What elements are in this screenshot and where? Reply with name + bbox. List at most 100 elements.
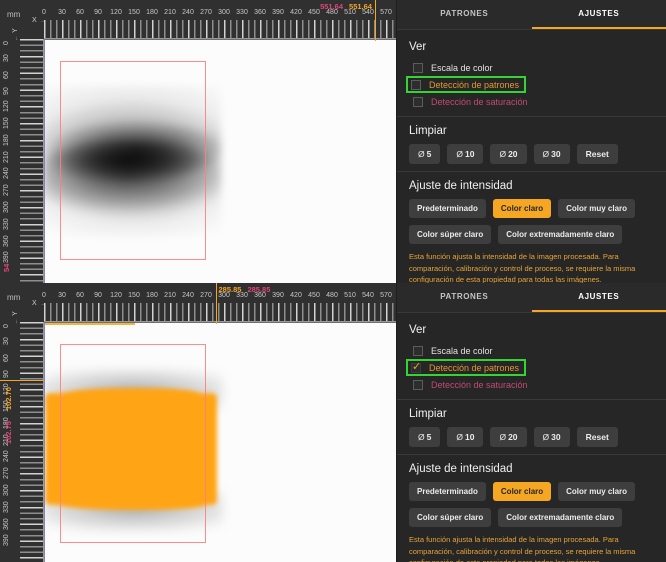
tab-ajustes[interactable]: AJUSTES — [531, 0, 666, 29]
ruler-tick-label: 330 — [3, 501, 10, 513]
checkbox-icon — [413, 62, 423, 73]
clean-button-30[interactable]: Ø 30 — [533, 144, 570, 164]
ruler-tick-label: 30 — [3, 54, 10, 62]
ruler-tick-label: 450 — [308, 292, 320, 299]
ruler-tick-label: 0 — [42, 292, 46, 299]
clean-button-label: 5 — [426, 149, 432, 159]
intensity-button-color-claro[interactable]: Color claro — [492, 482, 552, 501]
clean-button-20[interactable]: Ø 20 — [490, 144, 527, 164]
ruler-tick-label: 510 — [344, 292, 356, 299]
pattern-rectangle — [60, 344, 206, 543]
intensity-button-predeterminado[interactable]: Predeterminado — [409, 482, 486, 501]
ruler-tick-label: 0 — [42, 9, 46, 16]
ruler-tick-label: 210 — [3, 150, 10, 163]
ruler-tick-label: 60 — [76, 292, 84, 299]
ruler-tick-label: 270 — [200, 9, 212, 16]
clean-button-label: 10 — [464, 149, 475, 159]
ruler-tick-label: 210 — [164, 292, 176, 299]
image-canvas[interactable] — [44, 39, 396, 283]
section-title-limpiar: Limpiar — [409, 408, 447, 420]
ruler-tick-label: 120 — [110, 9, 122, 16]
tab-patrones[interactable]: PATRONES — [397, 0, 532, 29]
ruler-tick-label: 390 — [3, 251, 10, 264]
measure-value-orange: 285.85 — [218, 285, 242, 294]
checkbox-deteccion-de-patrones[interactable]: ✓ Detección de patrones — [406, 359, 527, 376]
intensity-button-color-muy-claro[interactable]: Color muy claro — [558, 482, 636, 501]
section-title-intensidad: Ajuste de intensidad — [409, 180, 513, 192]
ruler-tick-label: 450 — [308, 9, 320, 16]
ruler-tick-label: 60 — [3, 353, 10, 362]
ruler-tick-label: 0 — [3, 324, 10, 328]
ruler-tick-label: 270 — [3, 467, 10, 480]
y-axis-arrow-icon: ↓ — [15, 319, 18, 325]
ruler-tick-label: 150 — [3, 117, 10, 129]
ruler-tick-label: 30 — [3, 337, 10, 345]
intensity-button-color-extremadamente-claro[interactable]: Color extremadamente claro — [498, 508, 623, 527]
checkbox-deteccion-de-patrones[interactable]: Detección de patrones — [406, 76, 527, 93]
ruler-tick-label: 90 — [94, 292, 102, 299]
checkbox-icon: ✓ — [411, 361, 421, 373]
ruler-tick-label: 330 — [3, 218, 10, 230]
reset-button[interactable]: Reset — [576, 427, 618, 447]
ruler-tick-label: 420 — [290, 9, 302, 16]
intensity-button-color-super-claro[interactable]: Color súper claro — [409, 225, 492, 244]
x-ruler — [44, 303, 396, 322]
clean-button-10[interactable]: Ø 10 — [447, 427, 484, 447]
tab-ajustes[interactable]: AJUSTES — [531, 283, 666, 312]
ruler-tick-label: 240 — [3, 167, 10, 180]
checkbox-deteccion-de-saturacion[interactable]: Detección de saturación — [409, 94, 532, 109]
clean-section: Limpiar Ø 5 Ø 10 Ø 20 Ø 30 Reset — [397, 117, 666, 171]
image-viewer-top: mm X → Y ↓ 0 30 60 90 120 150 180 210 240 270 300 3… — [0, 0, 396, 283]
tab-patrones[interactable]: PATRONES — [397, 283, 532, 312]
y-axis-arrow-icon: ↓ — [15, 36, 18, 42]
intensity-button-predeterminado[interactable]: Predeterminado — [409, 199, 486, 218]
ruler-tick-label: 180 — [3, 134, 10, 146]
intensity-button-color-super-claro[interactable]: Color súper claro — [409, 508, 492, 527]
ruler-tick-label: 120 — [3, 100, 10, 113]
checkbox-label: Detección de saturación — [431, 96, 528, 107]
ruler-tick-label: 180 — [146, 292, 158, 299]
clean-button-5[interactable]: Ø5 — [409, 427, 441, 447]
clean-button-label: 30 — [551, 149, 561, 159]
bottom-row: mm X → Y ↓ 0 30 60 90 120 150 180 210 240 270 300 3… — [0, 283, 666, 562]
clean-button-5[interactable]: Ø5 — [409, 144, 441, 164]
intensity-button-color-muy-claro[interactable]: Color muy claro — [558, 199, 636, 218]
clean-button-label: 30 — [551, 432, 561, 442]
clean-button-20[interactable]: Ø 20 — [490, 427, 527, 447]
checkbox-icon — [413, 345, 423, 356]
reset-button[interactable]: Reset — [576, 144, 618, 164]
ruler-tick-label: 90 — [3, 87, 10, 96]
intensity-button-color-extremadamente-claro[interactable]: Color extremadamente claro — [498, 225, 623, 244]
tab-bar: PATRONES AJUSTES — [397, 0, 666, 30]
checkbox-deteccion-de-saturacion[interactable]: Detección de saturación — [409, 377, 532, 392]
tab-bar: PATRONES AJUSTES — [397, 283, 666, 313]
clean-button-10[interactable]: Ø 10 — [447, 144, 484, 164]
measure-value-orange: 551.64 — [349, 2, 372, 11]
ruler-tick-label: 270 — [200, 292, 212, 299]
measurement-readout-x: 285.85 285.85 — [219, 285, 271, 294]
image-canvas[interactable] — [44, 322, 396, 562]
ruler-tick-label: 150 — [128, 292, 140, 299]
ruler-tick-label: 240 — [182, 9, 194, 16]
x-ruler — [44, 20, 396, 39]
measurement-readout-x: 551.64 551.64 — [320, 2, 372, 11]
clean-buttons: Ø 5 Ø 10 Ø 20 Ø 30 Reset — [409, 144, 654, 164]
ruler-tick-label: 390 — [3, 534, 10, 547]
section-title-ver: Ver — [409, 324, 427, 336]
intensity-button-color-claro[interactable]: Color claro — [492, 199, 552, 218]
measure-value-fragment: 54 — [2, 263, 11, 272]
ruler-tick-label: 570 — [380, 9, 392, 16]
y-axis-label: Y — [11, 311, 19, 316]
clean-button-30[interactable]: Ø 30 — [533, 427, 570, 447]
checkbox-icon — [411, 79, 421, 90]
x-axis-label: X — [32, 300, 37, 307]
section-title-intensidad: Ajuste de intensidad — [409, 463, 513, 475]
measure-value-y-orange: 102.70 — [4, 386, 13, 410]
diameter-icon: Ø — [499, 432, 507, 442]
ruler-tick-label: 210 — [164, 9, 176, 16]
checkbox-escala-de-color[interactable]: Escala de color — [409, 343, 497, 358]
measure-value-y-pink: 102.75 — [4, 420, 13, 444]
checkbox-label: Detección de saturación — [431, 379, 528, 390]
checkbox-escala-de-color[interactable]: Escala de color — [409, 60, 497, 75]
section-title-limpiar: Limpiar — [409, 125, 447, 137]
